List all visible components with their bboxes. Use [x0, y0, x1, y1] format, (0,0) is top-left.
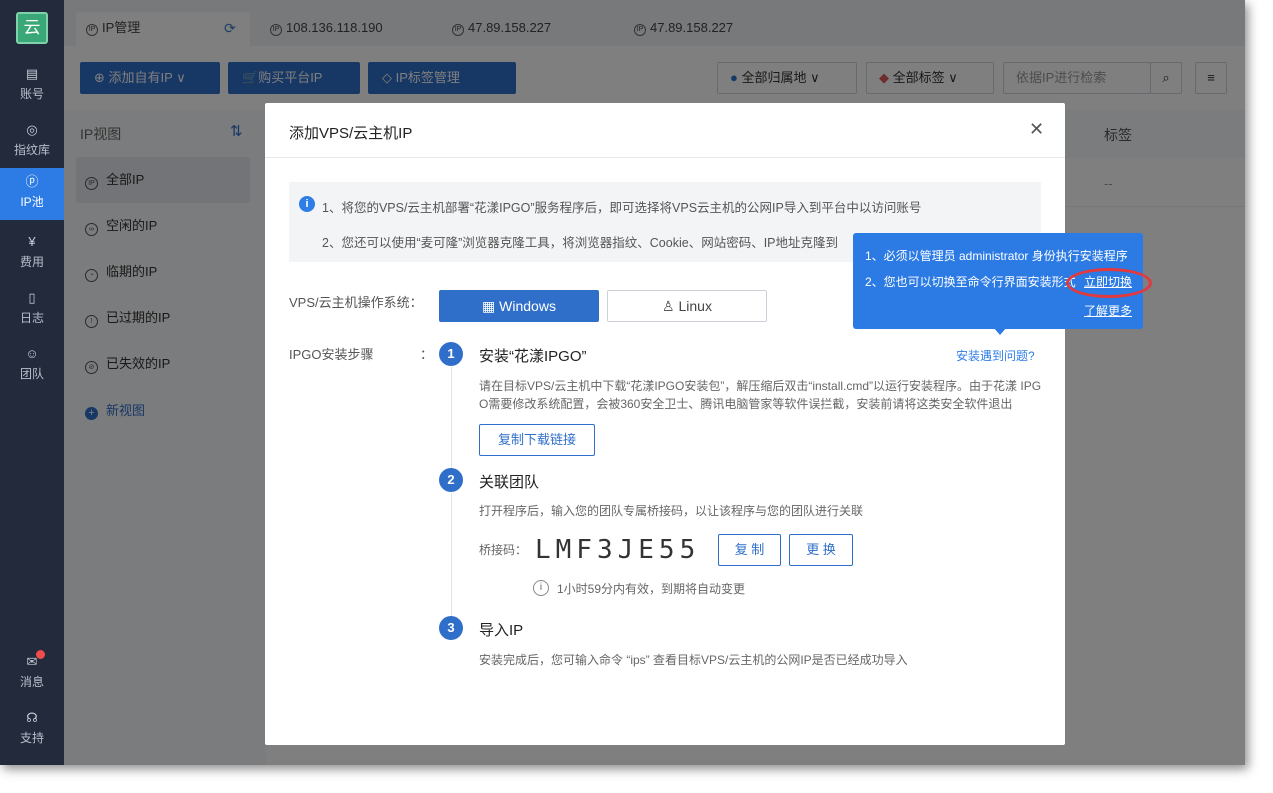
bridge-code: LMF3JE55: [535, 535, 701, 565]
step-title: 安装“花漾IPGO”: [479, 348, 587, 365]
nav-team[interactable]: ☺ 团队: [0, 340, 64, 392]
nav-label: 账号: [19, 87, 44, 101]
step-desc: 打开程序后，输入您的团队专属桥接码，以让该程序与您的团队进行关联: [479, 504, 864, 518]
tooltip-line-2: 2、您也可以切换至命令行界面安装形式: [865, 275, 1076, 289]
dialog-title: 添加VPS/云主机IP: [289, 125, 413, 142]
team-icon: ☺: [25, 346, 39, 361]
step-connector: [451, 493, 452, 617]
info-icon: i: [299, 196, 315, 212]
headset-icon: ☊: [26, 710, 38, 725]
step-title: 导入IP: [479, 622, 524, 639]
app-logo: 云: [16, 12, 48, 44]
bridge-code-label: 桥接码：: [479, 543, 528, 557]
step-number: 1: [439, 342, 463, 366]
nav-label: 消息: [19, 675, 44, 689]
step-title: 关联团队: [479, 474, 540, 491]
info-line-1: 1、将您的VPS/云主机部署“花漾IPGO”服务程序后，即可选择将VPS云主机的…: [322, 201, 922, 215]
step-number: 3: [439, 616, 463, 640]
close-icon[interactable]: ✕: [1029, 119, 1044, 140]
tooltip-line-1: 1、必须以管理员 administrator 身份执行安装程序: [865, 249, 1128, 263]
nav-label: 费用: [19, 255, 44, 269]
nav-label: 指纹库: [13, 143, 50, 157]
nav-ip-pool[interactable]: ⓟ IP池: [0, 168, 64, 220]
step-desc: O需要修改系统配置，会被360安全卫士、腾讯电脑管家等软件误拦截，安装前请将这类…: [479, 397, 1013, 411]
info-icon: i: [533, 580, 549, 596]
nav-label: 团队: [19, 367, 44, 381]
nav-label: 支持: [19, 731, 44, 745]
copy-download-link-button[interactable]: 复制下载链接: [479, 424, 595, 456]
yen-icon: ¥: [28, 234, 36, 249]
os-label: VPS/云主机操作系统：: [289, 295, 423, 310]
nav-label: 日志: [19, 311, 44, 325]
nav-label: IP池: [20, 195, 44, 209]
nav-accounts[interactable]: ▤ 账号: [0, 60, 64, 112]
sidebar: 云 ▤ 账号 ◎ 指纹库 ⓟ IP池 ¥ 费用 ▯ 日志 ☺ 团队 ✉ 消息 ☊ 支持: [0, 0, 64, 765]
id-card-icon: ▤: [25, 66, 39, 81]
unread-badge: [36, 650, 45, 659]
button-label: Windows: [499, 298, 556, 314]
tooltip-arrow: [993, 327, 1007, 335]
ip-icon: ⓟ: [25, 174, 39, 189]
nav-billing[interactable]: ¥ 费用: [0, 228, 64, 280]
info-line-2: 2、您还可以使用“麦可隆”浏览器克隆工具，将浏览器指纹、Cookie、网站密码、…: [322, 236, 838, 250]
learn-more-link[interactable]: 了解更多: [1084, 302, 1132, 319]
trouble-link[interactable]: 安装遇到问题?: [956, 347, 1035, 364]
step-number: 2: [439, 468, 463, 492]
app-window: 云 ▤账号 ◎指纹库 ⓟIP池 ¥费用 ▯日志 ☺团队 ✉消息 ☊支持 IPIP…: [0, 0, 1245, 765]
os-linux-button[interactable]: ♙ Linux: [607, 290, 767, 322]
step-desc: 安装完成后，您可输入命令 “ips” 查看目标VPS/云主机的公网IP是否已经成…: [479, 653, 908, 667]
button-label: Linux: [678, 298, 712, 314]
document-icon: ▯: [28, 290, 36, 305]
highlight-ring: [1066, 268, 1152, 298]
linux-icon: ♙: [662, 298, 679, 314]
steps-label: IPGO安装步骤: [289, 347, 374, 362]
nav-messages[interactable]: ✉ 消息: [0, 648, 64, 700]
fingerprint-icon: ◎: [26, 122, 38, 137]
add-vps-dialog: 添加VPS/云主机IP ✕ i 1、将您的VPS/云主机部署“花漾IPGO”服务…: [265, 103, 1065, 745]
steps-label-colon: ：: [420, 347, 434, 362]
os-windows-button[interactable]: ▦ Windows: [439, 290, 599, 322]
nav-support[interactable]: ☊ 支持: [0, 704, 64, 756]
nav-fingerprint[interactable]: ◎ 指纹库: [0, 116, 64, 168]
step-desc: 请在目标VPS/云主机中下载“花漾IPGO安装包”，解压缩后双击“install…: [479, 379, 1042, 393]
windows-icon: ▦: [482, 298, 500, 314]
change-code-button[interactable]: 更 换: [789, 534, 853, 566]
copy-code-button[interactable]: 复 制: [718, 534, 781, 566]
step-connector: [451, 367, 452, 473]
nav-logs[interactable]: ▯ 日志: [0, 284, 64, 336]
dialog-divider: [265, 157, 1065, 158]
code-validity: 1小时59分内有效，到期将自动变更: [557, 582, 746, 596]
install-tooltip: 1、必须以管理员 administrator 身份执行安装程序 2、您也可以切换…: [853, 233, 1152, 335]
